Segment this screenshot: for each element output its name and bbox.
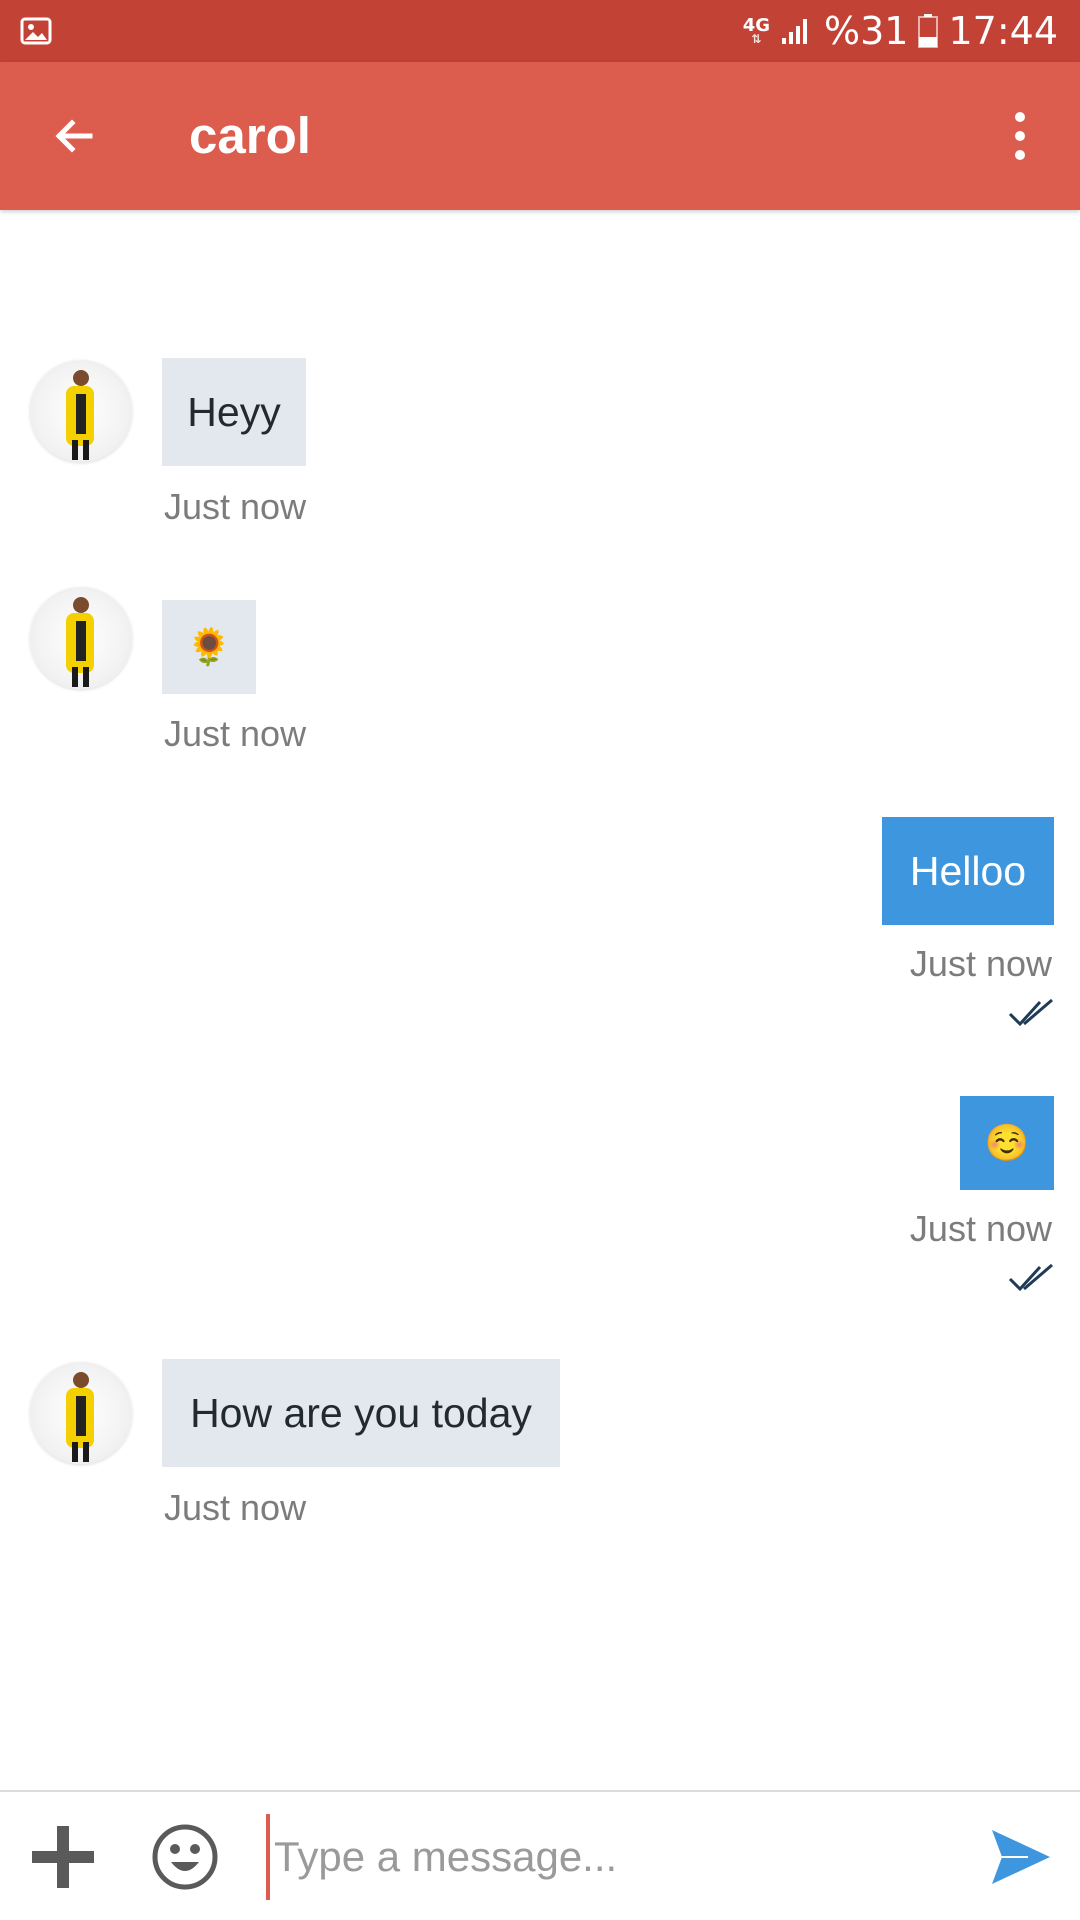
data-arrows-icon: ⇅: [751, 32, 762, 46]
battery-icon: [918, 14, 939, 48]
message-bubble-incoming[interactable]: How are you today: [162, 1359, 560, 1467]
message-bubble-outgoing[interactable]: Helloo: [882, 817, 1054, 925]
chat-title: carol: [189, 107, 311, 164]
status-bar: 4G ⇅ %31 17:44: [0, 0, 1080, 62]
message-text: Helloo: [909, 847, 1027, 894]
message-timestamp: Just now: [164, 713, 307, 754]
overflow-menu-button[interactable]: [984, 100, 1056, 172]
emoji-button[interactable]: [150, 1822, 220, 1892]
message-text: How are you today: [190, 1389, 532, 1436]
app-bar: carol: [0, 62, 1080, 210]
message-timestamp: Just now: [909, 1208, 1052, 1249]
message-timestamp: Just now: [164, 486, 307, 527]
clock: 17:44: [948, 9, 1058, 53]
menu-dot: [1015, 131, 1025, 141]
add-attachment-button[interactable]: [28, 1822, 98, 1892]
message-emoji: ☺️: [984, 1122, 1030, 1163]
menu-dot: [1015, 112, 1025, 122]
contact-photo-icon: [66, 1372, 94, 1462]
status-indicators: 4G ⇅ %31 17:44: [743, 0, 1058, 62]
menu-dot: [1015, 150, 1025, 160]
avatar[interactable]: [30, 1362, 132, 1464]
message-emoji: 🌻: [186, 626, 232, 667]
avatar[interactable]: [30, 587, 132, 689]
message-composer: [0, 1790, 1080, 1920]
message-bubble-outgoing[interactable]: ☺️: [960, 1096, 1054, 1190]
message-timestamp: Just now: [909, 943, 1052, 984]
send-button[interactable]: [988, 1824, 1054, 1890]
network-type: 4G ⇅: [743, 17, 770, 46]
signal-icon: [782, 19, 808, 44]
message-input[interactable]: [266, 1814, 966, 1900]
image-notification-icon: [20, 17, 52, 45]
contact-photo-icon: [66, 597, 94, 687]
contact-photo-icon: [66, 370, 94, 460]
message-text: Heyy: [187, 388, 281, 435]
read-receipt-icon: [1008, 1263, 1053, 1292]
back-button[interactable]: [38, 100, 110, 172]
message-bubble-incoming[interactable]: 🌻: [162, 600, 256, 694]
battery-percentage: %31: [824, 9, 909, 53]
read-receipt-icon: [1008, 998, 1053, 1027]
back-arrow-icon: [55, 119, 93, 153]
avatar[interactable]: [30, 360, 132, 462]
message-list[interactable]: Heyy Just now 🌻 Just now Helloo Just now…: [0, 210, 1080, 1790]
message-timestamp: Just now: [164, 1487, 307, 1528]
message-bubble-incoming[interactable]: Heyy: [162, 358, 306, 466]
